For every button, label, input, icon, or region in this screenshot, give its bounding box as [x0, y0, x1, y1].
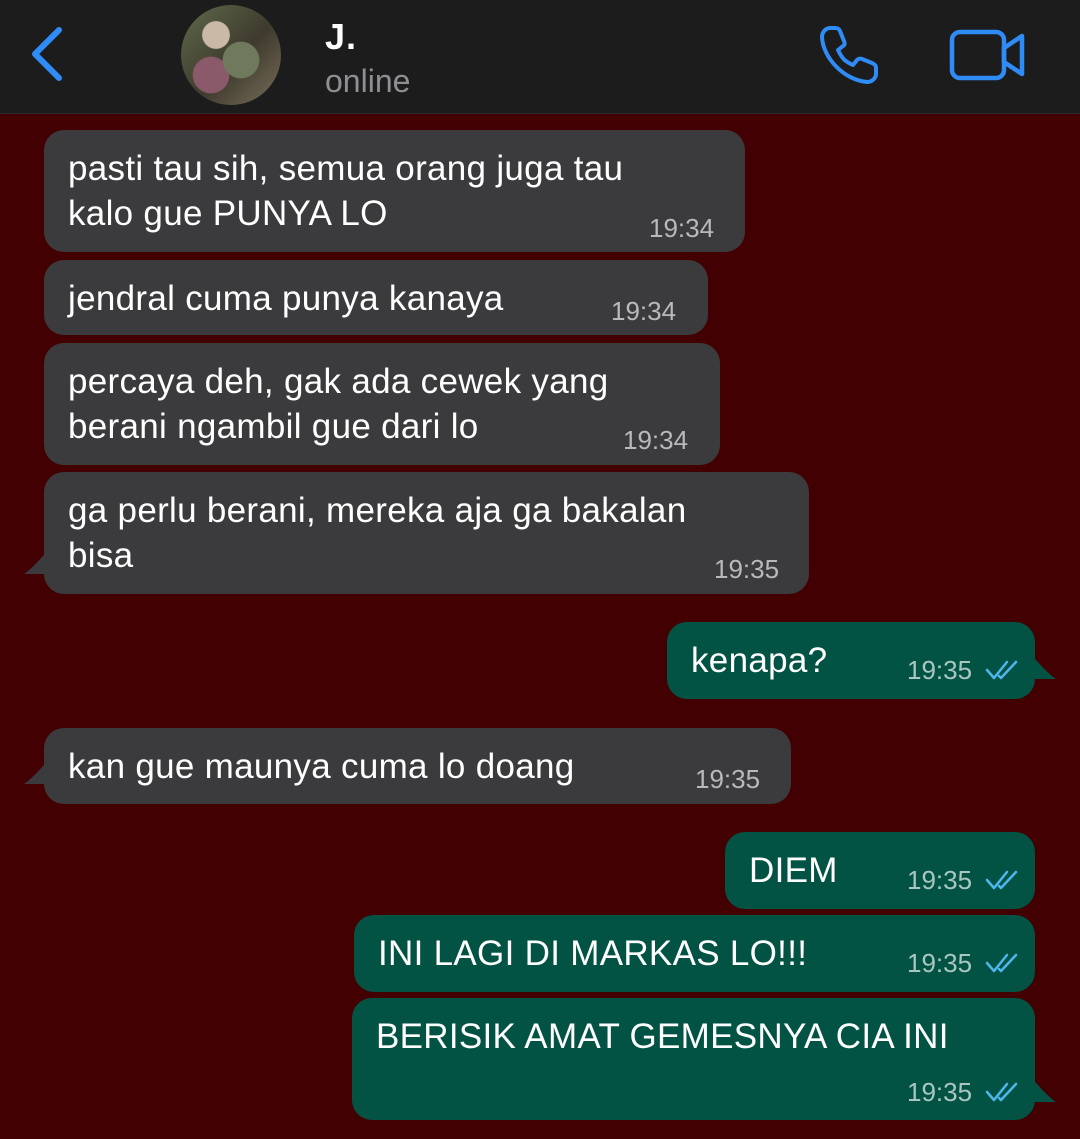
double-check-icon [985, 1082, 1018, 1102]
double-check-icon [985, 953, 1018, 973]
message-time: 19:35 [714, 554, 780, 584]
video-camera-icon [949, 29, 1025, 81]
incoming-message[interactable]: pasti tau sih, semua orang juga tau kalo… [44, 130, 745, 252]
incoming-message[interactable]: jendral cuma punya kanaya 19:34 [44, 260, 708, 335]
incoming-message[interactable]: ga perlu berani, mereka aja ga bakalan b… [44, 472, 809, 594]
message-text: kenapa? [691, 641, 828, 680]
message-text: pasti tau sih, semua orang juga tau kalo… [68, 149, 624, 233]
incoming-message[interactable]: percaya deh, gak ada cewek yang berani n… [44, 343, 720, 465]
message-text: BERISIK AMAT GEMESNYA CIA INI [376, 1017, 949, 1056]
double-check-icon [985, 660, 1018, 680]
message-time: 19:35 [907, 1077, 973, 1107]
outgoing-message[interactable]: DIEM 19:35 [725, 832, 1035, 909]
outgoing-message[interactable]: kenapa? 19:35 [667, 622, 1035, 699]
chat-header: J. online [0, 0, 1080, 114]
message-text: ga perlu berani, mereka aja ga bakalan b… [68, 491, 687, 575]
message-text: DIEM [749, 851, 838, 890]
message-time: 19:35 [907, 865, 973, 895]
message-time: 19:35 [907, 655, 973, 685]
message-text: INI LAGI DI MARKAS LO!!! [378, 934, 808, 973]
video-call-button[interactable] [948, 26, 1028, 84]
phone-icon [820, 26, 878, 84]
message-time: 19:34 [649, 213, 715, 243]
incoming-message[interactable]: kan gue maunya cuma lo doang 19:35 [44, 728, 791, 804]
message-text: kan gue maunya cuma lo doang [68, 747, 575, 786]
contact-status: online [325, 63, 411, 99]
message-text: percaya deh, gak ada cewek yang berani n… [68, 362, 609, 446]
message-time: 19:34 [623, 425, 689, 455]
voice-call-button[interactable] [816, 22, 882, 88]
double-check-icon [985, 870, 1018, 890]
chevron-left-icon [32, 27, 62, 81]
message-text: jendral cuma punya kanaya [68, 279, 504, 318]
contact-name[interactable]: J. [325, 16, 357, 58]
outgoing-message[interactable]: BERISIK AMAT GEMESNYA CIA INI 19:35 [352, 998, 1035, 1120]
message-time: 19:35 [907, 948, 973, 978]
back-button[interactable] [22, 22, 72, 86]
message-time: 19:34 [611, 296, 677, 326]
contact-avatar[interactable] [181, 5, 281, 105]
outgoing-message[interactable]: INI LAGI DI MARKAS LO!!! 19:35 [354, 915, 1035, 992]
message-time: 19:35 [695, 764, 761, 794]
